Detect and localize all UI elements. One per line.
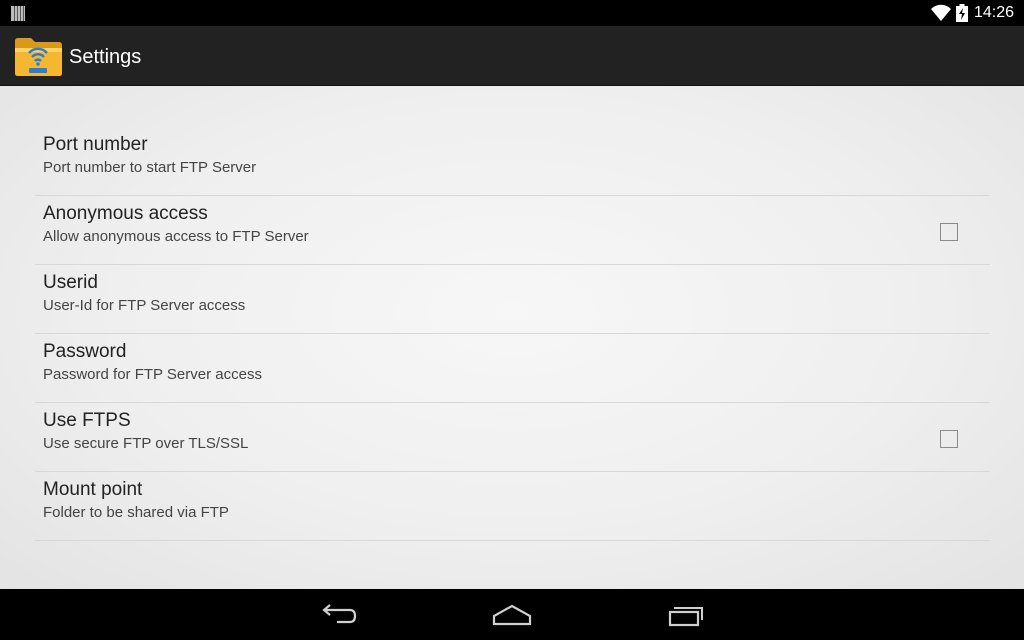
pref-summary: User-Id for FTP Server access [43, 297, 246, 314]
pref-mount-point[interactable]: Mount point Folder to be shared via FTP [35, 472, 990, 541]
pref-title: Anonymous access [43, 203, 208, 224]
recents-icon[interactable] [666, 602, 706, 628]
wifi-icon [931, 4, 951, 21]
use-ftps-checkbox[interactable] [940, 430, 958, 448]
pref-title: Mount point [43, 479, 143, 500]
pref-use-ftps[interactable]: Use FTPS Use secure FTP over TLS/SSL [35, 403, 990, 472]
pref-summary: Folder to be shared via FTP [43, 504, 229, 521]
preference-list: Port number Port number to start FTP Ser… [35, 127, 990, 541]
settings-content: Port number Port number to start FTP Ser… [0, 86, 1024, 589]
home-icon[interactable] [492, 602, 532, 628]
pref-anonymous-access[interactable]: Anonymous access Allow anonymous access … [35, 196, 990, 265]
pref-title: Port number [43, 134, 148, 155]
back-icon[interactable] [319, 602, 359, 628]
status-bar: 14:26 [0, 0, 1024, 26]
pref-summary: Password for FTP Server access [43, 366, 262, 383]
page-title: Settings [69, 46, 142, 68]
pref-userid[interactable]: Userid User-Id for FTP Server access [35, 265, 990, 334]
pref-summary: Port number to start FTP Server [43, 159, 257, 176]
anonymous-access-checkbox[interactable] [940, 223, 958, 241]
battery-icon [956, 4, 968, 22]
pref-title: Use FTPS [43, 410, 131, 431]
navigation-bar [0, 589, 1024, 640]
notification-icon [11, 6, 25, 21]
pref-summary: Use secure FTP over TLS/SSL [43, 435, 249, 452]
clock: 14:26 [974, 4, 1015, 21]
action-bar: Settings [0, 26, 1024, 86]
ftp-folder-icon[interactable] [13, 35, 64, 77]
pref-port-number[interactable]: Port number Port number to start FTP Ser… [35, 127, 990, 196]
pref-summary: Allow anonymous access to FTP Server [43, 228, 309, 245]
pref-password[interactable]: Password Password for FTP Server access [35, 334, 990, 403]
pref-title: Userid [43, 272, 98, 293]
pref-title: Password [43, 341, 127, 362]
